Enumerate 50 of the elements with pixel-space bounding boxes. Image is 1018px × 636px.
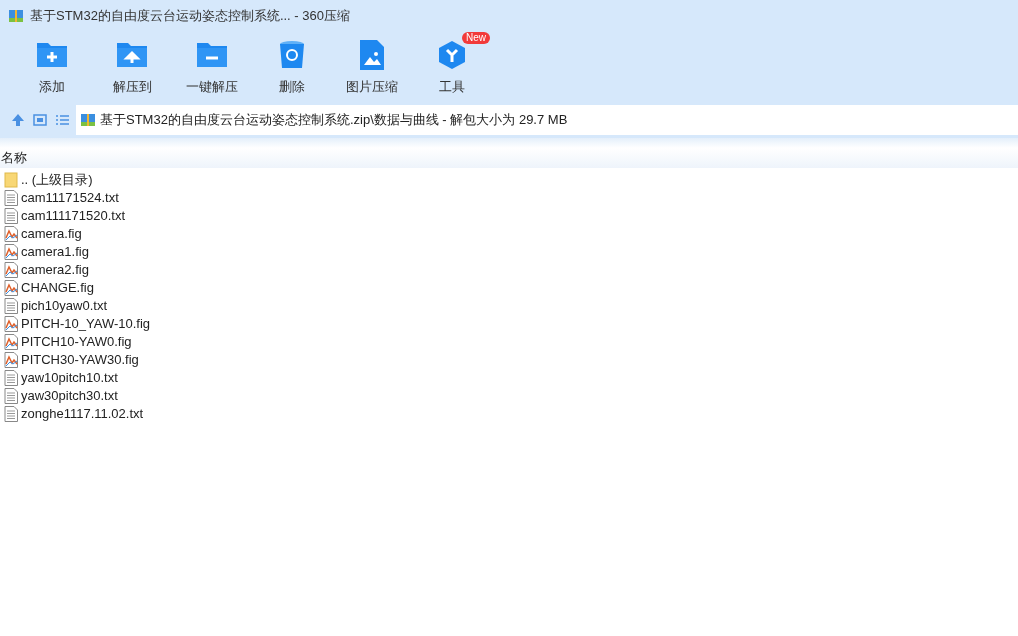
toolbar-button[interactable]: 图片压缩 [332, 32, 412, 98]
trash-icon [279, 40, 305, 70]
toolbar-button[interactable]: 添加 [12, 32, 92, 98]
toolbar-button[interactable]: 解压到 [92, 32, 172, 98]
file-name[interactable]: camera1.fig [21, 242, 89, 262]
file-name[interactable]: .. (上级目录) [21, 170, 93, 190]
chart-file-icon [4, 352, 18, 368]
file-name[interactable]: cam11171524.txt [21, 188, 119, 208]
file-name[interactable]: pich10yaw0.txt [21, 296, 107, 316]
file-name[interactable]: PITCH-10_YAW-10.fig [21, 314, 151, 334]
new-badge: New [462, 32, 490, 44]
hexagon-icon [437, 40, 467, 70]
file-name[interactable]: camera.fig [21, 224, 82, 244]
archive-icon [80, 112, 96, 128]
folder-plus-icon [36, 40, 68, 68]
chart-file-icon [4, 334, 18, 350]
folder-minus-icon [196, 40, 228, 68]
window-title: 基于STM32的自由度云台运动姿态控制系统... - 360压缩 [30, 7, 350, 26]
text-file-icon [4, 370, 18, 386]
folder-upload-icon [116, 40, 148, 68]
thumbnail-view-icon[interactable] [32, 112, 48, 128]
file-name[interactable]: PITCH30-YAW30.fig [21, 350, 139, 370]
text-file-icon [4, 406, 18, 422]
file-name[interactable]: PITCH10-YAW0.fig [21, 332, 132, 352]
text-file-icon [4, 388, 18, 404]
archive-icon [8, 8, 24, 24]
text-file-icon [4, 298, 18, 314]
chart-file-icon [4, 316, 18, 332]
list-view-icon[interactable] [54, 112, 70, 128]
toolbar-button[interactable]: 一键解压 [172, 32, 252, 98]
file-name[interactable]: CHANGE.fig [21, 278, 94, 298]
text-file-icon [4, 208, 18, 224]
folder-icon [4, 172, 18, 188]
file-name[interactable]: yaw30pitch30.txt [21, 386, 118, 406]
chart-file-icon [4, 244, 18, 260]
chart-file-icon [4, 280, 18, 296]
toolbar-button[interactable]: 工具 New [412, 32, 492, 98]
file-name[interactable]: zonghe1117.11.02.txt [21, 404, 144, 424]
file-name[interactable]: cam111171520.txt [21, 206, 126, 226]
toolbar-button[interactable]: 删除 [252, 32, 332, 98]
file-name[interactable]: yaw10pitch10.txt [21, 368, 118, 388]
address-path: 基于STM32的自由度云台运动姿态控制系统.zip\数据与曲线 - 解包大小为 29.7 MB [100, 111, 568, 130]
chart-file-icon [4, 226, 18, 242]
chart-file-icon [4, 262, 18, 278]
image-file-icon [360, 40, 384, 70]
column-header[interactable]: 名称 [0, 148, 1018, 168]
address-bar[interactable]: 基于STM32的自由度云台运动姿态控制系统.zip\数据与曲线 - 解包大小为 29.7 MB [76, 105, 1018, 135]
file-name[interactable]: camera2.fig [21, 260, 89, 280]
up-arrow-icon[interactable] [10, 112, 26, 128]
text-file-icon [4, 190, 18, 206]
